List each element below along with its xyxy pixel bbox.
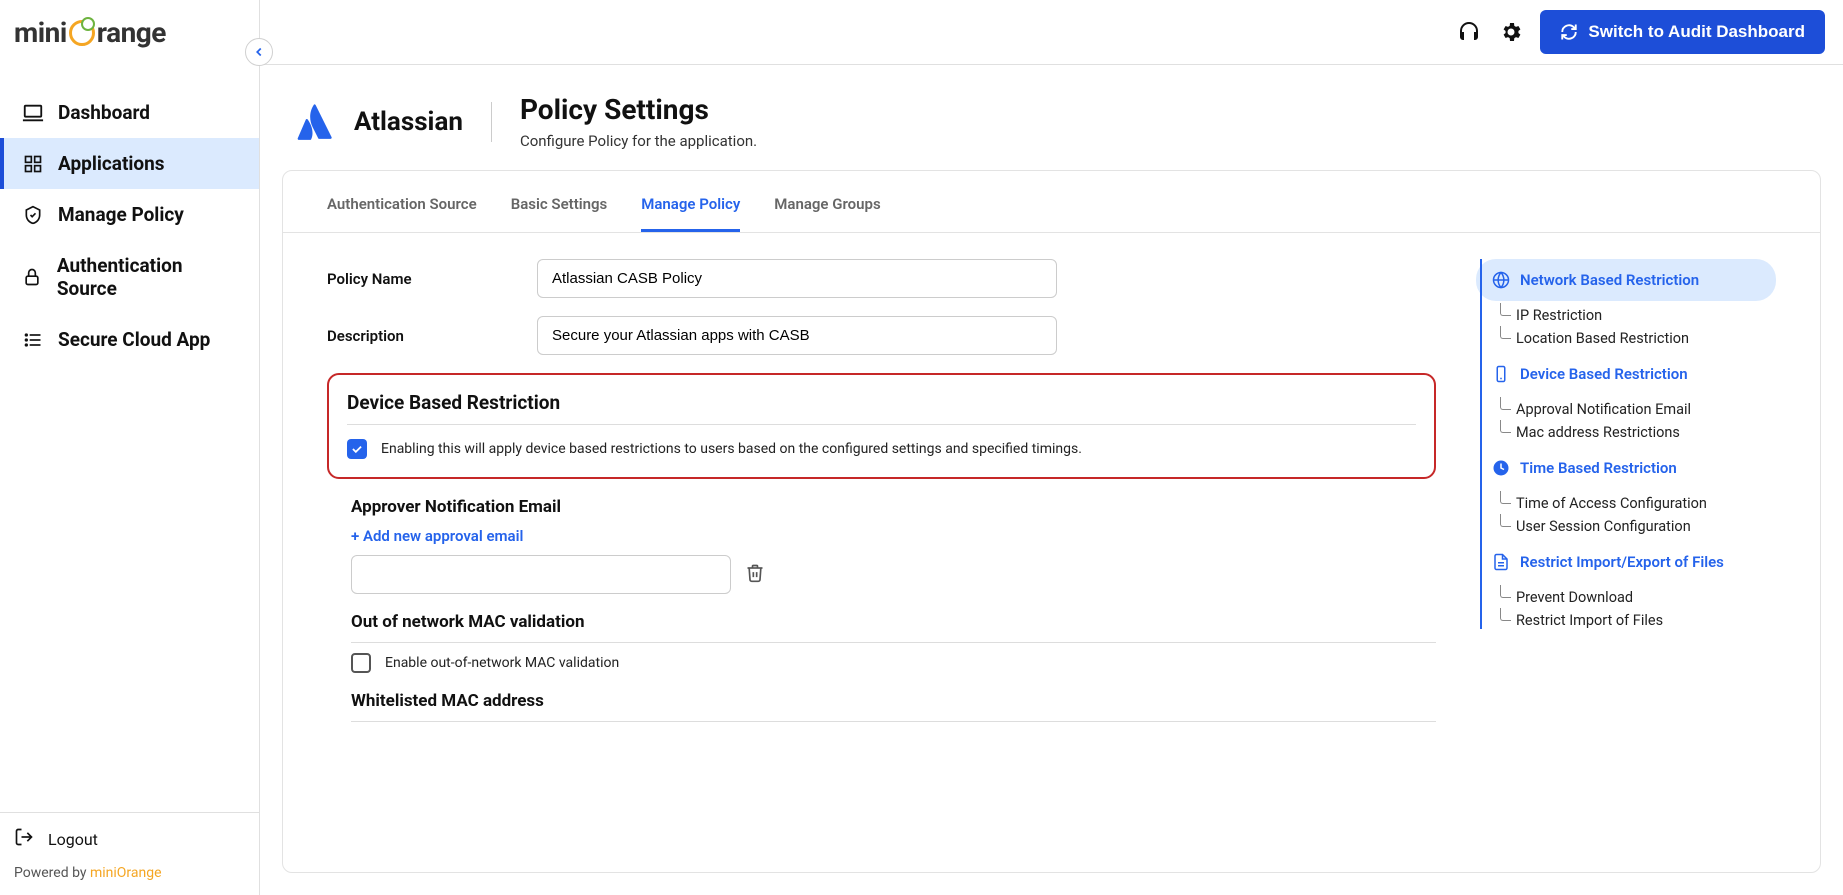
add-approval-email-link[interactable]: + Add new approval email xyxy=(351,527,1436,545)
sidebar-item-label: Secure Cloud App xyxy=(58,328,210,351)
topbar: Switch to Audit Dashboard xyxy=(260,0,1843,65)
whitelist-mac-title: Whitelisted MAC address xyxy=(351,691,1436,711)
sidebar-nav: Dashboard Applications Manage Policy Aut… xyxy=(0,67,259,812)
description-label: Description xyxy=(327,327,537,345)
sidebar-item-label: Authentication Source xyxy=(57,254,237,300)
tab-auth-source[interactable]: Authentication Source xyxy=(327,195,477,232)
page-subtitle: Configure Policy for the application. xyxy=(520,132,757,150)
list-icon xyxy=(22,330,44,350)
mac-validation-title: Out of network MAC validation xyxy=(351,612,1436,632)
settings-button[interactable] xyxy=(1498,19,1524,45)
powered-by: Powered by miniOrange xyxy=(0,865,259,895)
page-header: Atlassian Policy Settings Configure Poli… xyxy=(260,65,1843,170)
rnav-location-restriction[interactable]: Location Based Restriction xyxy=(1476,330,1776,347)
sidebar-item-manage-policy[interactable]: Manage Policy xyxy=(0,189,259,240)
lock-icon xyxy=(22,267,43,287)
form-area: Policy Name Description Device Based Res… xyxy=(327,259,1436,846)
description-input[interactable] xyxy=(537,316,1057,355)
sidebar-item-dashboard[interactable]: Dashboard xyxy=(0,87,259,138)
device-restriction-checkbox[interactable] xyxy=(347,439,367,459)
rnav-ip-restriction[interactable]: IP Restriction xyxy=(1476,307,1776,324)
atlassian-logo-icon xyxy=(294,102,334,142)
mobile-icon xyxy=(1492,365,1510,383)
sidebar-collapse-button[interactable] xyxy=(245,38,273,66)
switch-dashboard-label: Switch to Audit Dashboard xyxy=(1588,22,1805,42)
sidebar-item-auth-source[interactable]: Authentication Source xyxy=(0,240,259,314)
apps-grid-icon xyxy=(22,154,44,174)
sidebar-footer: Logout Powered by miniOrange xyxy=(0,812,259,895)
logout-label: Logout xyxy=(48,830,98,849)
rnav-prevent-download[interactable]: Prevent Download xyxy=(1476,589,1776,606)
mac-validation-label: Enable out-of-network MAC validation xyxy=(385,655,619,671)
rnav-restrict-files[interactable]: Restrict Import/Export of Files xyxy=(1476,541,1776,583)
logout-button[interactable]: Logout xyxy=(0,813,259,865)
sidebar-item-label: Dashboard xyxy=(58,101,150,124)
app-identity: Atlassian xyxy=(294,102,492,142)
delete-email-button[interactable] xyxy=(745,563,765,587)
rnav-restrict-import[interactable]: Restrict Import of Files xyxy=(1476,612,1776,629)
support-button[interactable] xyxy=(1456,19,1482,45)
app-name: Atlassian xyxy=(354,107,463,137)
chevron-left-icon xyxy=(252,45,266,59)
main: Switch to Audit Dashboard Atlassian Poli… xyxy=(260,0,1843,895)
rnav-approval-email[interactable]: Approval Notification Email xyxy=(1476,401,1776,418)
powered-link[interactable]: miniOrange xyxy=(90,865,162,881)
sidebar-item-label: Manage Policy xyxy=(58,203,184,226)
tab-manage-policy[interactable]: Manage Policy xyxy=(641,195,740,232)
sidebar-item-secure-cloud[interactable]: Secure Cloud App xyxy=(0,314,259,365)
sidebar-item-label: Applications xyxy=(58,152,165,175)
sync-icon xyxy=(1560,23,1578,41)
page-title: Policy Settings xyxy=(520,93,757,126)
globe-icon xyxy=(1492,271,1510,289)
content-card: Authentication Source Basic Settings Man… xyxy=(282,170,1821,873)
rnav-mac-restrictions[interactable]: Mac address Restrictions xyxy=(1476,424,1776,441)
switch-dashboard-button[interactable]: Switch to Audit Dashboard xyxy=(1540,10,1825,54)
approval-email-input[interactable] xyxy=(351,555,731,594)
rnav-network[interactable]: Network Based Restriction xyxy=(1476,259,1776,301)
policy-section-nav: Network Based Restriction IP Restriction… xyxy=(1476,259,1776,846)
laptop-icon xyxy=(22,102,44,124)
sidebar: minirange Dashboard Applications xyxy=(0,0,260,895)
check-icon xyxy=(350,442,364,456)
logout-icon xyxy=(14,827,34,851)
rnav-time-access[interactable]: Time of Access Configuration xyxy=(1476,495,1776,512)
file-icon xyxy=(1492,553,1510,571)
logo: minirange xyxy=(0,0,259,67)
device-restriction-desc: Enabling this will apply device based re… xyxy=(381,441,1082,457)
trash-icon xyxy=(745,563,765,583)
shield-check-icon xyxy=(22,205,44,225)
policy-name-input[interactable] xyxy=(537,259,1057,298)
rnav-device[interactable]: Device Based Restriction xyxy=(1476,353,1776,395)
approver-email-title: Approver Notification Email xyxy=(351,497,1436,517)
clock-icon xyxy=(1492,459,1510,477)
sidebar-item-applications[interactable]: Applications xyxy=(0,138,259,189)
tabs: Authentication Source Basic Settings Man… xyxy=(283,171,1820,233)
rnav-time[interactable]: Time Based Restriction xyxy=(1476,447,1776,489)
mac-validation-checkbox[interactable] xyxy=(351,653,371,673)
policy-name-label: Policy Name xyxy=(327,270,537,288)
gear-icon xyxy=(1499,20,1523,44)
device-restriction-block: Device Based Restriction Enabling this w… xyxy=(327,373,1436,479)
device-restriction-title: Device Based Restriction xyxy=(347,391,1416,414)
tab-manage-groups[interactable]: Manage Groups xyxy=(774,195,880,232)
headset-icon xyxy=(1457,20,1481,44)
tab-basic-settings[interactable]: Basic Settings xyxy=(511,195,608,232)
rnav-session-config[interactable]: User Session Configuration xyxy=(1476,518,1776,535)
